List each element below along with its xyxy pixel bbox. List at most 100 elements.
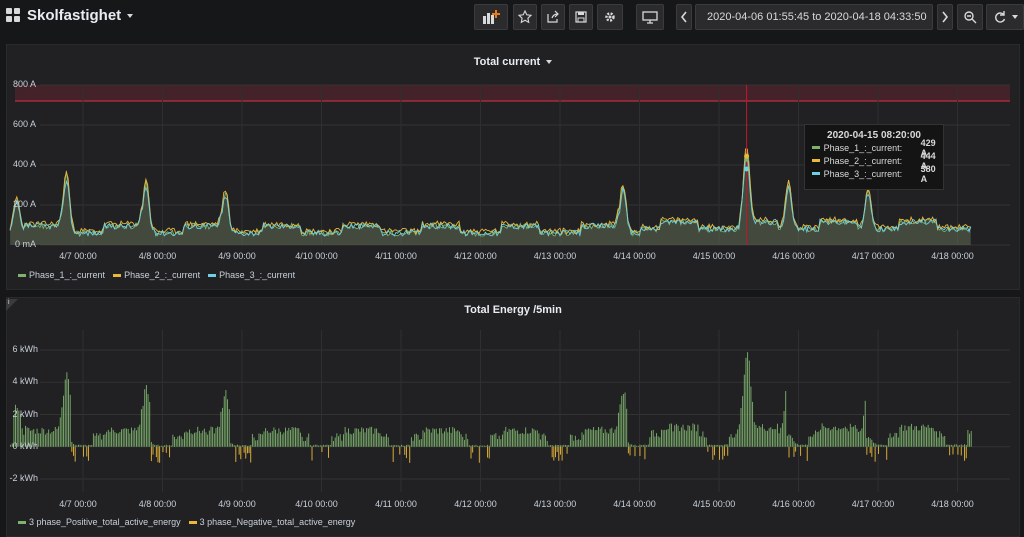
energy-bar-positive xyxy=(682,424,684,447)
energy-bar-positive xyxy=(523,434,525,447)
energy-bar-positive xyxy=(820,429,821,447)
energy-bar-positive xyxy=(207,434,209,447)
legend-item-positive[interactable]: 3 phase_Positive_total_active_energy xyxy=(18,517,181,527)
energy-bar-positive xyxy=(874,443,876,447)
energy-bar-positive xyxy=(150,441,152,447)
energy-bar-positive xyxy=(242,445,243,447)
energy-bar-positive xyxy=(670,423,672,447)
energy-bar-positive xyxy=(233,445,235,447)
energy-bar-positive xyxy=(939,431,941,447)
energy-bar-positive xyxy=(465,433,467,447)
energy-bar-positive xyxy=(710,444,712,447)
energy-bar-positive xyxy=(470,445,472,447)
energy-bar-negative xyxy=(871,446,873,457)
energy-bar-positive xyxy=(53,431,55,447)
energy-bar-positive xyxy=(232,443,233,447)
energy-bar-positive xyxy=(185,431,187,447)
energy-bar-positive xyxy=(64,379,66,447)
energy-bar-positive xyxy=(560,445,561,447)
energy-bar-positive xyxy=(268,432,270,447)
energy-bar-positive xyxy=(122,428,124,447)
energy-bar-positive xyxy=(306,437,308,447)
energy-bar-positive xyxy=(578,439,580,447)
energy-bar-positive xyxy=(750,386,752,447)
energy-bar-positive xyxy=(314,444,316,447)
energy-bar-positive xyxy=(357,428,359,447)
energy-bar-positive xyxy=(530,432,532,447)
energy-bar-positive xyxy=(288,427,290,447)
energy-bar-positive xyxy=(921,425,922,447)
energy-bar-positive xyxy=(87,444,89,447)
energy-bar-positive xyxy=(656,433,657,447)
energy-bar-positive xyxy=(190,433,192,447)
energy-bar-positive xyxy=(945,444,947,447)
energy-bar-positive xyxy=(91,444,93,447)
energy-bar-positive xyxy=(452,426,454,447)
energy-bar-positive xyxy=(422,430,424,447)
energy-bar-positive xyxy=(473,445,475,447)
energy-bar-positive xyxy=(894,432,896,447)
energy-bar-positive xyxy=(434,429,436,447)
energy-bar-positive xyxy=(458,431,460,447)
energy-bar-positive xyxy=(666,429,667,447)
energy-bar-positive xyxy=(246,445,248,447)
legend-item-negative[interactable]: 3 phase_Negative_total_active_energy xyxy=(188,517,355,527)
energy-bar-positive xyxy=(631,444,633,447)
energy-bar-positive xyxy=(149,401,151,447)
energy-bar-positive xyxy=(740,407,742,447)
energy-bar-positive xyxy=(429,429,431,447)
energy-bar-positive xyxy=(119,432,121,447)
energy-bar-positive xyxy=(791,437,793,447)
energy-bar-positive xyxy=(455,431,457,447)
energy-bar-positive xyxy=(511,428,513,447)
energy-bar-positive xyxy=(654,436,656,447)
energy-bar-positive xyxy=(180,436,182,447)
energy-bar-negative xyxy=(487,446,489,458)
energy-bar-positive xyxy=(593,427,595,447)
energy-bar-positive xyxy=(362,428,364,447)
energy-bar-positive xyxy=(878,444,879,447)
energy-bar-positive xyxy=(280,431,281,447)
energy-bar-positive xyxy=(563,444,565,447)
energy-bar-positive xyxy=(160,445,162,447)
energy-bar-positive xyxy=(338,436,339,447)
energy-bar-positive xyxy=(354,428,356,447)
energy-bar-positive xyxy=(447,432,449,447)
energy-bar-positive xyxy=(694,424,696,447)
energy-bar-positive xyxy=(348,428,349,447)
energy-bar-positive xyxy=(685,430,687,447)
energy-bar-positive xyxy=(821,423,823,447)
energy-bar-positive xyxy=(159,445,161,447)
energy-bar-positive xyxy=(780,427,782,447)
energy-chart[interactable] xyxy=(0,0,1024,525)
energy-bar-positive xyxy=(296,428,298,447)
energy-bar-positive xyxy=(548,445,550,447)
energy-bar-negative xyxy=(722,446,724,460)
energy-bar-positive xyxy=(747,352,749,447)
energy-bar-negative xyxy=(874,446,876,462)
energy-bar-positive xyxy=(801,444,803,447)
energy-bar-negative xyxy=(159,446,161,463)
energy-bar-positive xyxy=(121,429,122,447)
energy-bar-positive xyxy=(402,445,404,447)
energy-bar-positive xyxy=(228,409,230,447)
energy-bar-positive xyxy=(73,443,74,447)
energy-bar-positive xyxy=(285,427,286,447)
energy-bar-negative xyxy=(866,446,868,455)
energy-bar-negative xyxy=(553,446,555,461)
energy-bar-negative xyxy=(707,446,709,452)
energy-bar-positive xyxy=(112,429,114,447)
energy-bar-negative xyxy=(248,446,250,454)
energy-bar-positive xyxy=(772,429,773,447)
energy-bar-positive xyxy=(871,439,873,447)
energy-bar-negative xyxy=(165,446,167,453)
energy-bar-positive xyxy=(642,444,644,447)
energy-bar-positive xyxy=(629,444,631,447)
energy-bar-positive xyxy=(922,424,924,447)
energy-bar-positive xyxy=(273,427,275,447)
energy-bar-positive xyxy=(293,427,295,447)
energy-bar-positive xyxy=(606,432,608,447)
legend-swatch xyxy=(18,520,26,524)
energy-bar-positive xyxy=(251,433,253,447)
energy-bar-positive xyxy=(856,428,858,447)
